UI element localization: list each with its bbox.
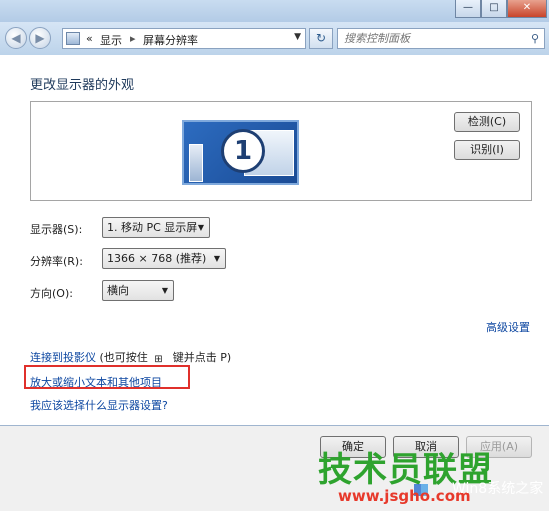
display-settings-help-link[interactable]: 我应该选择什么显示器设置? bbox=[30, 397, 168, 413]
control-panel-folder-icon bbox=[66, 32, 80, 45]
projector-hint-end: 键并点击 P) bbox=[169, 351, 232, 364]
monitor-sidebar-graphic bbox=[189, 144, 203, 182]
address-dropdown-icon[interactable]: ▼ bbox=[294, 32, 301, 42]
resolution-select[interactable]: 1366 × 768 (推荐) ▼ bbox=[102, 248, 226, 269]
chevron-down-icon: ▼ bbox=[213, 254, 220, 263]
watermark-url: www.jsgho.com bbox=[338, 487, 471, 505]
display-select[interactable]: 1. 移动 PC 显示屏 ▼ bbox=[102, 217, 210, 238]
advanced-settings-link[interactable]: 高级设置 bbox=[486, 319, 530, 335]
projector-hint-start: (也可按住 bbox=[96, 351, 152, 364]
refresh-button[interactable]: ↻ bbox=[309, 28, 333, 49]
monitor-1-icon[interactable]: 1 bbox=[182, 120, 299, 185]
resolution-label: 分辨率(R): bbox=[30, 255, 83, 268]
breadcrumb-overflow[interactable]: « bbox=[86, 32, 93, 45]
search-input[interactable] bbox=[338, 29, 518, 48]
search-box[interactable]: ⚲ bbox=[337, 28, 545, 49]
monitor-preview-area: 1 检测(C) 识别(I) bbox=[30, 101, 532, 201]
address-bar[interactable]: « 显示 ▸ 屏幕分辨率 ▼ bbox=[62, 28, 306, 49]
projector-row: 连接到投影仪 (也可按住 ⊞ 键并点击 P) bbox=[30, 349, 231, 365]
orientation-label: 方向(O): bbox=[30, 287, 73, 300]
breadcrumb-screen-resolution[interactable]: 屏幕分辨率 bbox=[143, 32, 198, 48]
connect-projector-link[interactable]: 连接到投影仪 bbox=[30, 351, 96, 364]
forward-button[interactable]: ▶ bbox=[29, 27, 51, 49]
search-icon[interactable]: ⚲ bbox=[531, 32, 539, 45]
close-button[interactable]: ✕ bbox=[507, 0, 547, 18]
orientation-select-value: 横向 bbox=[107, 284, 129, 297]
navigation-bar: ◀ ▶ « 显示 ▸ 屏幕分辨率 ▼ ↻ ⚲ bbox=[0, 22, 549, 55]
detect-button[interactable]: 检测(C) bbox=[454, 112, 520, 132]
highlight-box bbox=[24, 365, 190, 389]
display-select-value: 1. 移动 PC 显示屏 bbox=[107, 221, 198, 234]
breadcrumb-arrow-icon[interactable]: ▸ bbox=[130, 32, 136, 45]
breadcrumb-display[interactable]: 显示 bbox=[100, 32, 122, 48]
back-button[interactable]: ◀ bbox=[5, 27, 27, 49]
minimize-button[interactable]: — bbox=[455, 0, 481, 18]
title-bar: — □ ✕ bbox=[0, 0, 549, 22]
windows-key-icon: ⊞ bbox=[154, 354, 163, 365]
page-title: 更改显示器的外观 bbox=[30, 78, 135, 93]
display-label: 显示器(S): bbox=[30, 223, 83, 236]
chevron-down-icon: ▼ bbox=[197, 223, 204, 232]
orientation-select[interactable]: 横向 ▼ bbox=[102, 280, 174, 301]
maximize-button[interactable]: □ bbox=[481, 0, 507, 18]
chevron-down-icon: ▼ bbox=[161, 286, 168, 295]
monitor-number-badge: 1 bbox=[221, 129, 265, 173]
resolution-select-value: 1366 × 768 (推荐) bbox=[107, 252, 207, 265]
identify-button[interactable]: 识别(I) bbox=[454, 140, 520, 160]
watermark-subtitle: Win8系统之家 bbox=[452, 481, 544, 497]
